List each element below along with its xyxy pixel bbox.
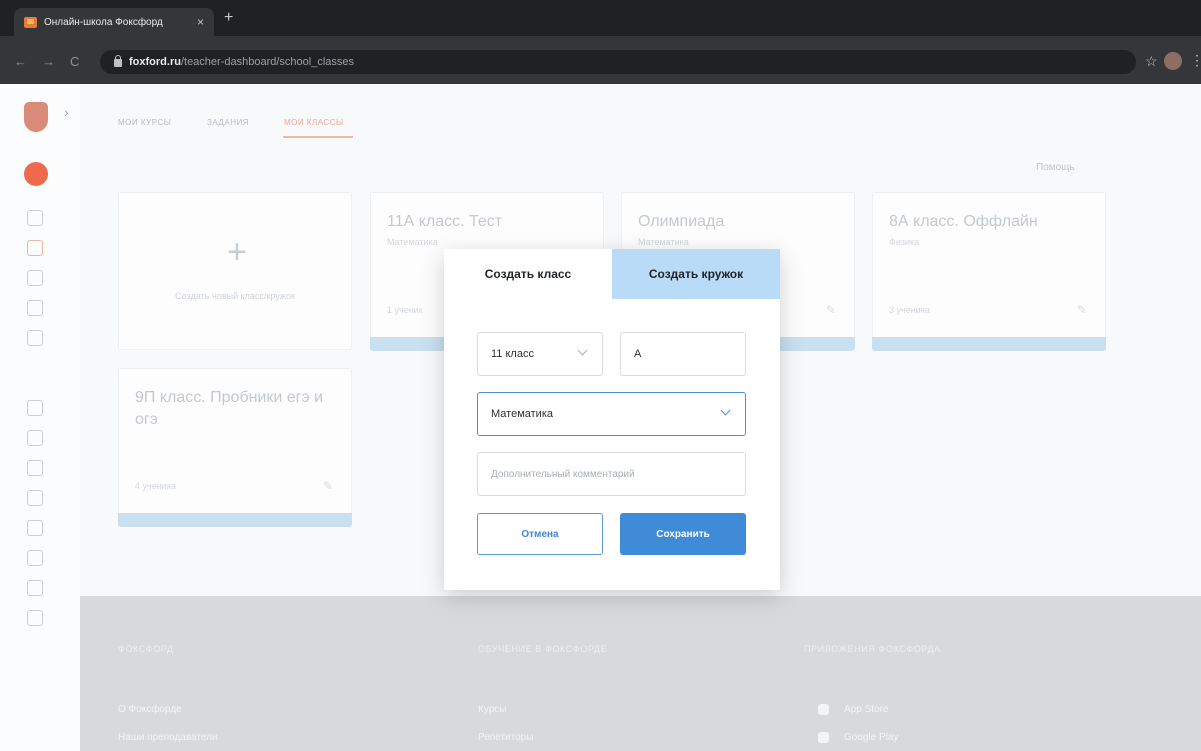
add-class-label: Создать новый класс/кружок <box>175 291 295 301</box>
bookmark-star-icon[interactable]: ☆ <box>1145 53 1158 70</box>
android-icon <box>818 732 829 743</box>
class-students: 4 ученика <box>135 481 176 491</box>
foxford-logo-icon[interactable] <box>24 102 48 132</box>
tab-title: Онлайн-школа Фоксфорд <box>44 16 163 28</box>
edit-icon[interactable]: ✎ <box>1077 303 1087 317</box>
chevron-down-icon <box>577 345 588 356</box>
classes-icon[interactable] <box>27 240 43 256</box>
tab-my-courses[interactable]: МОИ КУРСЫ <box>118 118 171 127</box>
class-subject: Математика <box>638 237 689 247</box>
footer-link-tutors[interactable]: Репетиторы <box>478 732 533 743</box>
document-icon[interactable] <box>27 610 43 626</box>
url-path: /teacher-dashboard/school_classes <box>180 56 354 68</box>
active-tab-underline <box>283 136 353 138</box>
class-card[interactable]: 8А класс. Оффлайн Физика 3 ученика ✎ <box>872 192 1106 351</box>
letter-value: А <box>634 348 642 360</box>
create-class-modal: Создать класс Создать кружок 11 класс А … <box>444 249 780 590</box>
class-card[interactable]: 9П класс. Пробники егэ и огэ 4 ученика ✎ <box>118 368 352 527</box>
subject-select[interactable]: Математика <box>477 392 746 436</box>
footer-heading: ФОКСФОРД <box>118 644 174 654</box>
class-subject: Математика <box>387 237 438 247</box>
help-link[interactable]: Помощь <box>1036 162 1075 173</box>
edit-icon[interactable]: ✎ <box>323 479 333 493</box>
grade-select[interactable]: 11 класс <box>477 332 603 376</box>
browser-tab[interactable]: Онлайн-школа Фоксфорд × <box>14 8 214 36</box>
url-host: foxford.ru <box>129 56 181 68</box>
chat-icon[interactable] <box>27 580 43 596</box>
grade-value: 11 класс <box>491 348 534 360</box>
footer-link-courses[interactable]: Курсы <box>478 704 506 715</box>
letter-field[interactable]: А <box>620 332 746 376</box>
class-students: 1 ученик <box>387 305 423 315</box>
tab-my-classes[interactable]: МОИ КЛАССЫ <box>284 118 344 127</box>
user-avatar[interactable] <box>24 162 48 186</box>
site-footer: ФОКСФОРД ОБУЧЕНИЕ В ФОКСФОРДЕ ПРИЛОЖЕНИЯ… <box>80 596 1201 751</box>
profile-avatar[interactable] <box>1164 52 1182 70</box>
reload-icon[interactable]: C <box>70 54 79 69</box>
footer-heading: ПРИЛОЖЕНИЯ ФОКСФОРДА <box>804 644 941 654</box>
class-card-bar <box>872 337 1106 351</box>
close-tab-icon[interactable]: × <box>197 15 204 29</box>
calendar-icon[interactable] <box>27 400 43 416</box>
save-button[interactable]: Сохранить <box>620 513 746 555</box>
clock-icon[interactable] <box>27 460 43 476</box>
class-card-bar <box>118 513 352 527</box>
tab-create-class[interactable]: Создать класс <box>444 249 612 299</box>
filter-icon[interactable] <box>27 550 43 566</box>
edit-icon[interactable]: ✎ <box>826 303 836 317</box>
home-icon[interactable] <box>27 210 43 226</box>
tab-tasks[interactable]: ЗАДАНИЯ <box>207 118 249 127</box>
foxford-favicon-icon <box>24 16 37 28</box>
comment-field[interactable]: Дополнительный комментарий <box>477 452 746 496</box>
apple-icon <box>818 704 829 715</box>
stats-icon[interactable] <box>27 520 43 536</box>
favorites-icon[interactable] <box>27 300 43 316</box>
back-icon[interactable]: ← <box>14 54 27 69</box>
new-tab-icon[interactable]: + <box>224 9 233 27</box>
add-class-card[interactable]: + Создать новый класс/кружок <box>118 192 352 350</box>
forward-icon[interactable]: → <box>42 54 55 69</box>
subject-value: Математика <box>491 408 553 420</box>
footer-link-appstore[interactable]: App Store <box>844 704 888 715</box>
cancel-button[interactable]: Отмена <box>477 513 603 555</box>
tab-create-circle[interactable]: Создать кружок <box>612 249 780 299</box>
class-title: Олимпиада <box>638 213 725 230</box>
journal-icon[interactable] <box>27 430 43 446</box>
browser-menu-icon[interactable]: ⋮ <box>1190 52 1201 69</box>
footer-link-teachers[interactable]: Наши преподаватели <box>118 732 218 743</box>
address-bar[interactable]: foxford.ru /teacher-dashboard/school_cla… <box>100 50 1136 74</box>
tasks-icon[interactable] <box>27 270 43 286</box>
class-students: 3 ученика <box>889 305 930 315</box>
class-title: 11А класс. Тест <box>387 213 503 230</box>
class-subject: Физика <box>889 237 920 247</box>
footer-link-googleplay[interactable]: Google Play <box>844 732 898 743</box>
chevron-down-icon <box>720 405 731 416</box>
list-icon[interactable] <box>27 490 43 506</box>
lock-icon <box>114 55 122 67</box>
class-title: 8А класс. Оффлайн <box>889 213 1038 230</box>
comment-placeholder: Дополнительный комментарий <box>491 468 635 480</box>
footer-heading: ОБУЧЕНИЕ В ФОКСФОРДЕ <box>478 644 608 654</box>
sidebar: › <box>0 84 80 751</box>
class-title: 9П класс. Пробники егэ и огэ <box>135 389 324 428</box>
browser-tabbar: Онлайн-школа Фоксфорд × + <box>0 0 1201 36</box>
discount-icon[interactable] <box>27 330 43 346</box>
chevron-right-icon[interactable]: › <box>64 104 69 120</box>
footer-link-about[interactable]: О Фоксфорде <box>118 704 182 715</box>
plus-icon: + <box>227 233 247 271</box>
